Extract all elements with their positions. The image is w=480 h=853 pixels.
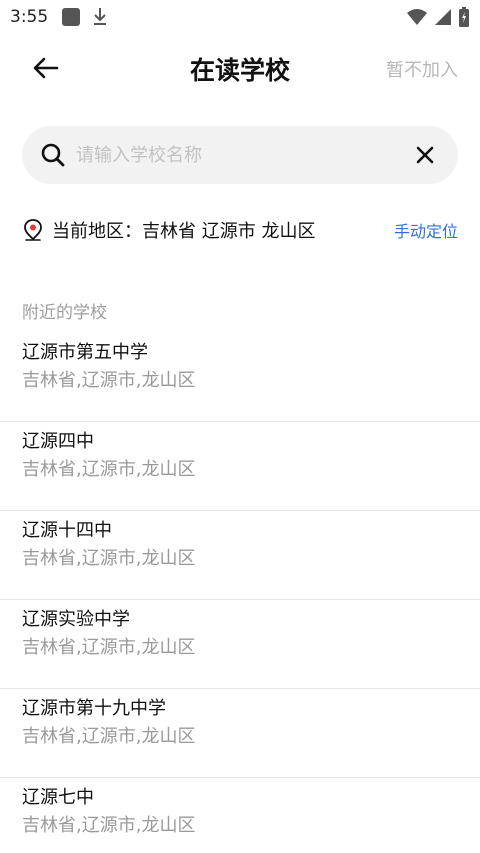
school-list-item[interactable]: 辽源实验中学 吉林省,辽源市,龙山区 xyxy=(0,600,480,689)
location-pin-icon xyxy=(24,219,42,241)
school-name: 辽源市第五中学 xyxy=(22,342,148,363)
location-label: 当前地区： xyxy=(52,221,142,242)
search-icon xyxy=(41,143,65,167)
school-address: 吉林省,辽源市,龙山区 xyxy=(22,459,196,480)
status-bar: 3:55 xyxy=(0,0,480,34)
school-address: 吉林省,辽源市,龙山区 xyxy=(22,370,196,391)
school-list-item[interactable]: 辽源四中 吉林省,辽源市,龙山区 xyxy=(0,422,480,511)
school-list-item[interactable]: 辽源十四中 吉林省,辽源市,龙山区 xyxy=(0,511,480,600)
school-address: 吉林省,辽源市,龙山区 xyxy=(22,726,196,747)
school-address: 吉林省,辽源市,龙山区 xyxy=(22,637,196,658)
status-right-icons xyxy=(406,7,470,27)
school-search-input[interactable] xyxy=(76,144,414,166)
school-list-item[interactable]: 辽源市第五中学 吉林省,辽源市,龙山区 xyxy=(0,333,480,422)
battery-icon xyxy=(459,7,469,27)
school-list-item[interactable]: 辽源七中 吉林省,辽源市,龙山区 xyxy=(0,778,480,853)
school-name: 辽源四中 xyxy=(22,431,94,452)
school-list: 辽源市第五中学 吉林省,辽源市,龙山区 辽源四中 吉林省,辽源市,龙山区 辽源十… xyxy=(0,333,480,853)
school-name: 辽源市第十九中学 xyxy=(22,698,166,719)
status-time: 3:55 xyxy=(10,7,49,27)
close-icon[interactable] xyxy=(414,144,436,166)
school-name: 辽源七中 xyxy=(22,787,94,808)
school-address: 吉林省,辽源市,龙山区 xyxy=(22,548,196,569)
download-icon xyxy=(94,8,107,25)
signal-icon xyxy=(435,9,451,25)
school-select-page: 3:55 在读学校 暂不加入 请输入学校名称 当前地区： 吉林省 辽源市 龙山区… xyxy=(0,0,480,853)
school-name: 辽源实验中学 xyxy=(22,609,130,630)
manual-locate-button[interactable]: 手动定位 xyxy=(394,218,458,242)
school-list-item[interactable]: 辽源市第十九中学 吉林省,辽源市,龙山区 xyxy=(0,689,480,778)
skip-button[interactable]: 暂不加入 xyxy=(386,56,458,82)
school-name: 辽源十四中 xyxy=(22,520,112,541)
nearby-section-title: 附近的学校 xyxy=(22,303,107,323)
school-address: 吉林省,辽源市,龙山区 xyxy=(22,815,196,836)
search-bar xyxy=(22,126,458,184)
wifi-icon xyxy=(407,9,427,25)
location-value: 吉林省 辽源市 龙山区 xyxy=(142,221,316,242)
app-notification-icon xyxy=(62,8,81,26)
header: 在读学校 暂不加入 xyxy=(0,40,480,96)
current-location-row: 当前地区： 吉林省 辽源市 龙山区 手动定位 xyxy=(22,216,458,244)
